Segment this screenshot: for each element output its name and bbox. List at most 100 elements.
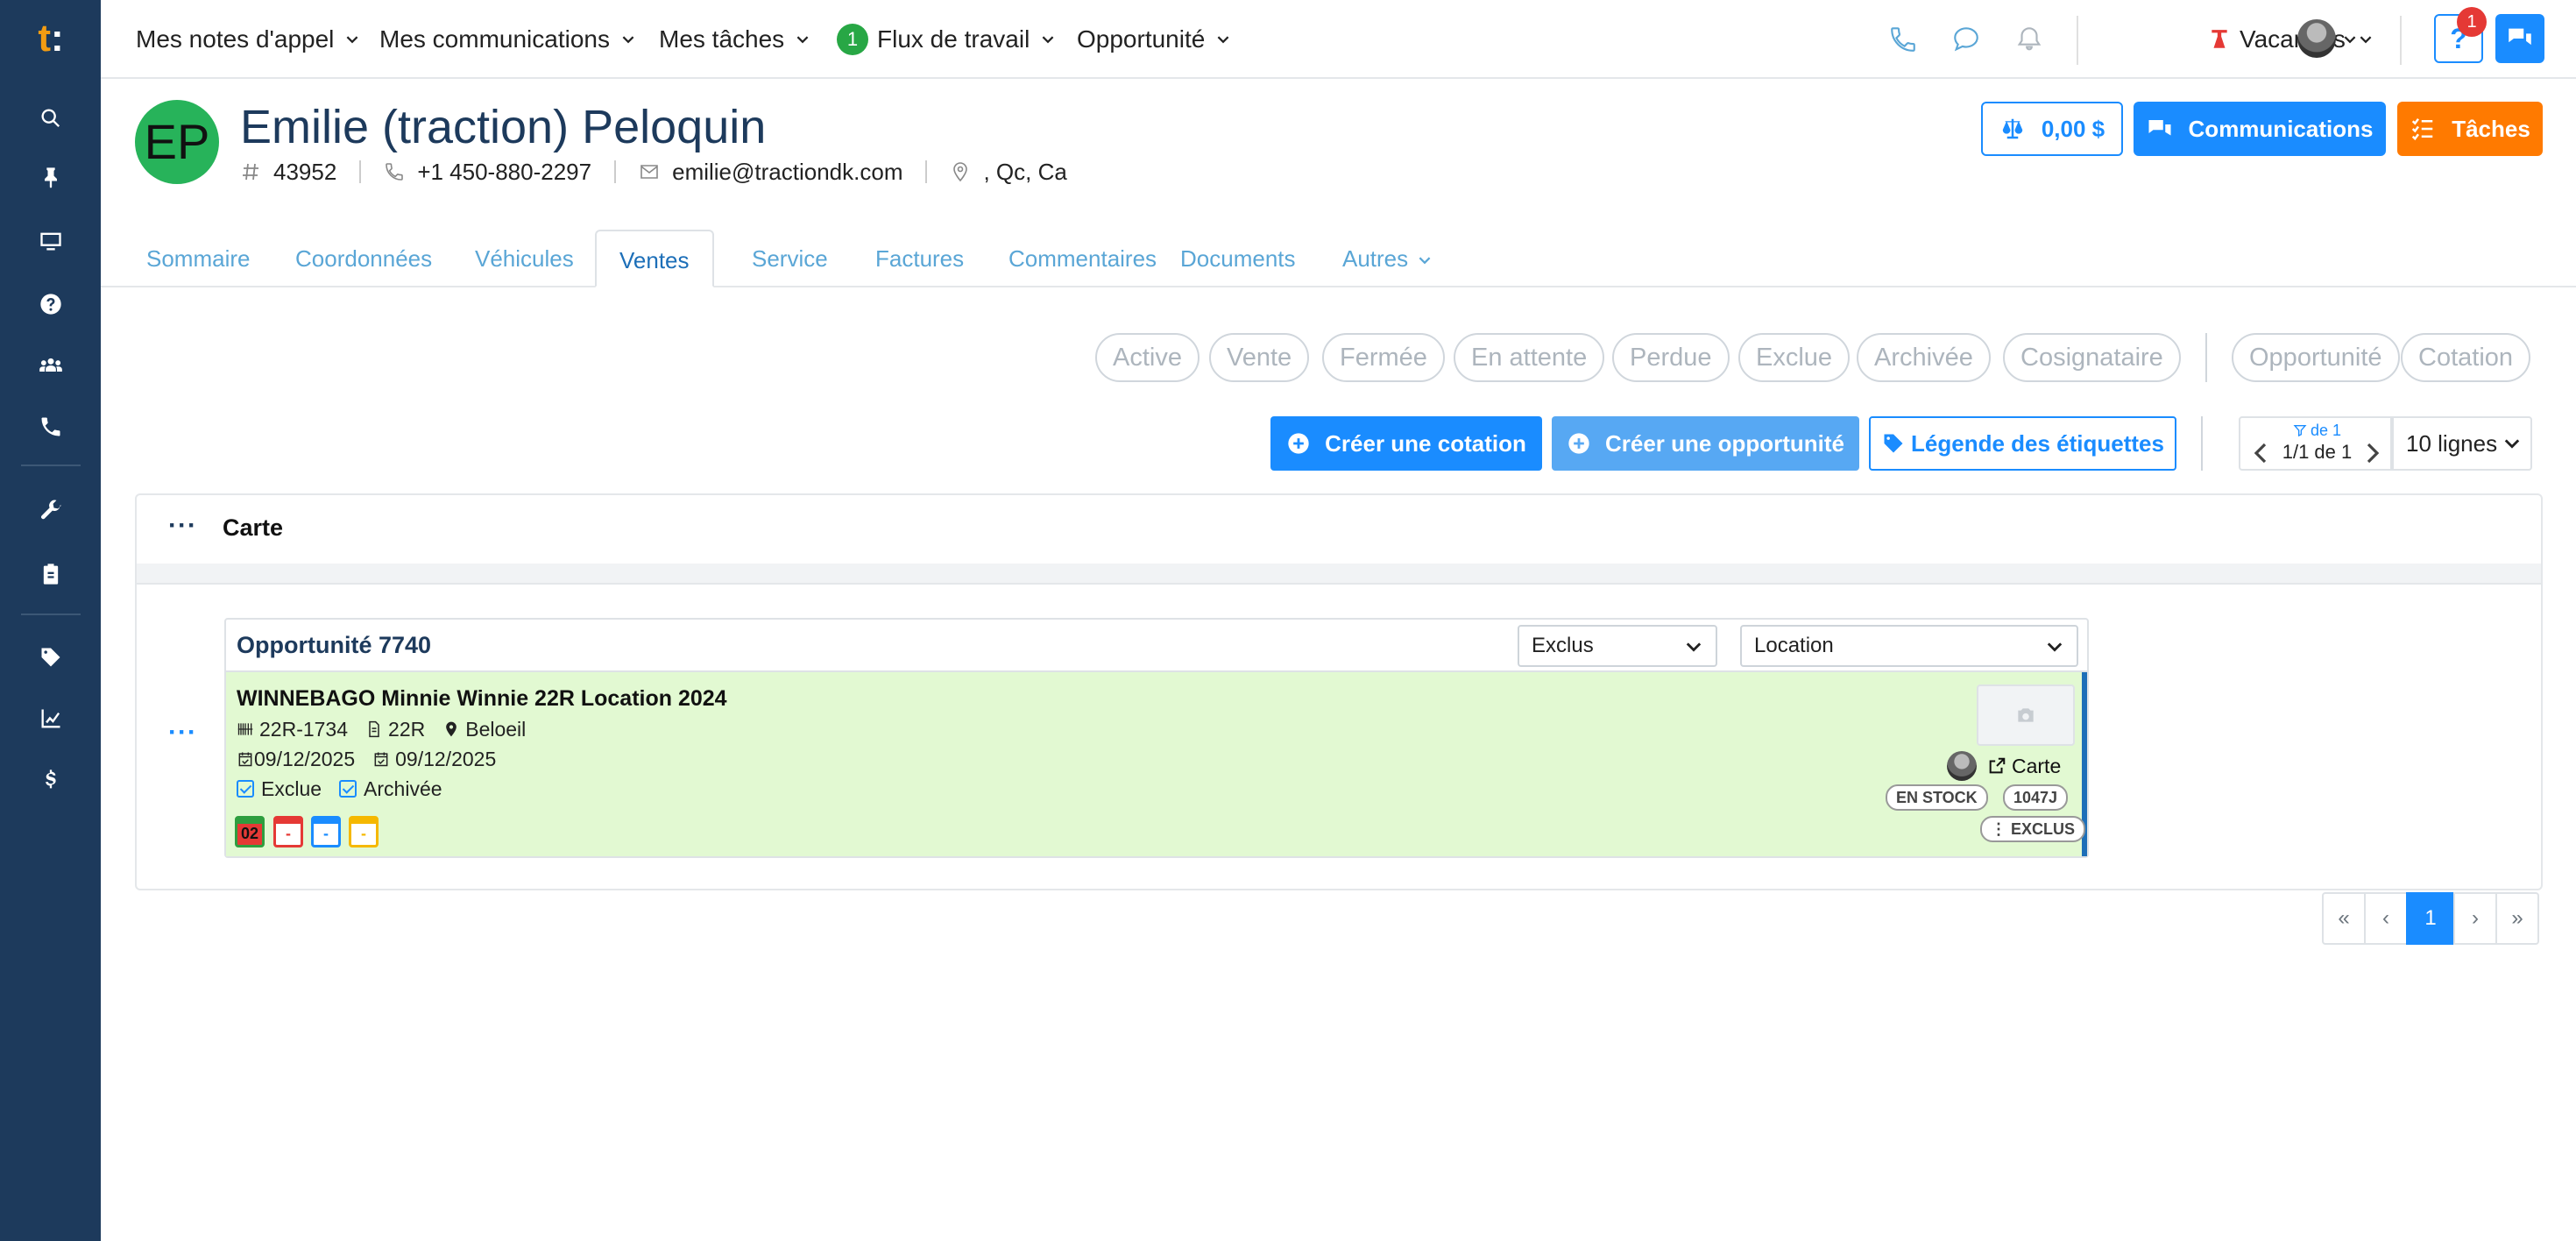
- contact-phone[interactable]: +1 450-880-2297: [384, 159, 591, 186]
- tab-documents[interactable]: Documents: [1157, 230, 1319, 287]
- menu-workflow[interactable]: 1 Flux de travail: [837, 0, 1054, 79]
- clipboard-icon[interactable]: [0, 552, 101, 596]
- filter-active[interactable]: Active: [1095, 333, 1200, 382]
- hash-icon: [243, 163, 258, 181]
- panel-menu-button[interactable]: ···: [168, 511, 197, 541]
- menu-call-notes[interactable]: Mes notes d'appel: [136, 0, 358, 79]
- created-date-value: 09/12/2025: [254, 747, 356, 770]
- filter-archivee[interactable]: Archivée: [1857, 333, 1991, 382]
- filter-perdue[interactable]: Perdue: [1612, 333, 1730, 382]
- tag-icon[interactable]: [0, 635, 101, 679]
- dollar-icon[interactable]: [0, 758, 101, 802]
- app-logo[interactable]: t:: [30, 19, 72, 58]
- contact-location: , Qc, Ca: [950, 159, 1067, 186]
- filter-icon: [2293, 425, 2307, 437]
- filter-exclue[interactable]: Exclue: [1738, 333, 1851, 382]
- filter-cosignataire[interactable]: Cosignataire: [2003, 333, 2181, 382]
- calendar-red-icon[interactable]: -: [273, 816, 303, 847]
- filter-en-attente[interactable]: En attente: [1454, 333, 1605, 382]
- chevron-right-icon[interactable]: [2363, 443, 2381, 464]
- menu-label: Mes notes d'appel: [136, 25, 335, 53]
- phone-icon[interactable]: [0, 405, 101, 449]
- pin-icon[interactable]: [0, 156, 101, 200]
- page-prev[interactable]: ‹: [2364, 892, 2408, 945]
- tab-ventes[interactable]: Ventes: [595, 230, 714, 287]
- opportunity-type-select[interactable]: Location: [1740, 625, 2078, 667]
- chevron-down-icon[interactable]: [2344, 33, 2356, 46]
- tab-service[interactable]: Service: [729, 230, 851, 287]
- menu-opportunity[interactable]: Opportunité: [1077, 0, 1229, 79]
- rows-per-page-select[interactable]: 10 lignes: [2392, 416, 2532, 471]
- tasks-button[interactable]: Tâches: [2397, 102, 2543, 156]
- record-pager: de 1 1/1 de 1: [2239, 416, 2392, 471]
- phone-icon: [386, 163, 404, 181]
- chat-button[interactable]: [2495, 14, 2544, 63]
- tab-coordonnees[interactable]: Coordonnées: [272, 230, 455, 287]
- workflow-count-badge: 1: [837, 24, 868, 55]
- filter-opportunite[interactable]: Opportunité: [2232, 333, 2400, 382]
- menu-label: Mes communications: [379, 25, 610, 53]
- tag-status-exclus[interactable]: ⋮ EXCLUS: [1980, 816, 2086, 842]
- page-current[interactable]: 1: [2406, 892, 2455, 945]
- tab-sommaire[interactable]: Sommaire: [124, 230, 272, 287]
- salesperson-avatar: [1947, 751, 1977, 781]
- tab-autres[interactable]: Autres: [1320, 230, 1454, 287]
- vehicle-photo-placeholder[interactable]: [1977, 684, 2075, 746]
- user-avatar[interactable]: [2297, 19, 2336, 58]
- row-menu-button[interactable]: ···: [168, 718, 197, 748]
- sidebar-divider: [21, 613, 81, 615]
- page-next[interactable]: ›: [2453, 892, 2497, 945]
- filter-fermee[interactable]: Fermée: [1322, 333, 1445, 382]
- create-opportunity-button[interactable]: Créer une opportunité: [1552, 416, 1859, 471]
- opportunity-title[interactable]: Opportunité 7740: [237, 632, 431, 659]
- wrench-icon[interactable]: [0, 489, 101, 533]
- page-first[interactable]: «: [2322, 892, 2366, 945]
- flags-row: Exclue Archivée: [237, 776, 460, 802]
- communications-button[interactable]: Communications: [2134, 102, 2386, 156]
- calendar-yellow-icon[interactable]: -: [349, 816, 379, 847]
- flag-archivee: Archivée: [339, 777, 442, 801]
- opportunity-status-select[interactable]: Exclus: [1518, 625, 1717, 667]
- tab-factures[interactable]: Factures: [853, 230, 987, 287]
- calendar-blue-icon[interactable]: -: [311, 816, 341, 847]
- chevron-down-icon: [346, 36, 358, 44]
- chat-bubble-icon[interactable]: [1946, 19, 1986, 60]
- chevron-down-icon: [2360, 36, 2372, 44]
- chevron-down-icon: [622, 36, 634, 44]
- create-quote-button[interactable]: Créer une cotation: [1270, 416, 1542, 471]
- menu-communications[interactable]: Mes communications: [379, 0, 634, 79]
- chevron-down-icon: [1042, 36, 1054, 44]
- opportunity-body[interactable]: WINNEBAGO Minnie Winnie 22R Location 202…: [226, 672, 2087, 856]
- opportunity-card: Opportunité 7740 Exclus Location WINNEBA…: [224, 618, 2089, 858]
- checkbox-checked-icon: [237, 780, 254, 798]
- tab-vehicules[interactable]: Véhicules: [452, 230, 597, 287]
- flag-archivee-label: Archivée: [364, 777, 442, 800]
- create-quote-label: Créer une cotation: [1325, 429, 1526, 457]
- calendar-green-icon[interactable]: 02: [235, 816, 265, 847]
- users-icon[interactable]: [0, 344, 101, 387]
- vacation-icon: [2212, 30, 2227, 48]
- tab-commentaires[interactable]: Commentaires: [986, 230, 1179, 287]
- branch-location: Beloeil: [442, 718, 526, 741]
- monitor-icon[interactable]: [0, 219, 101, 263]
- open-card-link[interactable]: Carte: [1987, 751, 2061, 781]
- logo-letter: t: [38, 17, 51, 60]
- menu-tasks[interactable]: Mes tâches: [659, 0, 809, 79]
- page-last[interactable]: »: [2495, 892, 2539, 945]
- search-icon[interactable]: [0, 96, 101, 140]
- contact-email[interactable]: emilie@tractiondk.com: [639, 159, 902, 186]
- plus-circle-icon: [1568, 433, 1589, 454]
- record-tabs: Sommaire Coordonnées Véhicules Ventes Se…: [101, 230, 2576, 287]
- help-circle-icon[interactable]: [0, 282, 101, 326]
- pager-filter[interactable]: de 1: [2240, 422, 2394, 440]
- balance-button[interactable]: 0,00 $: [1981, 102, 2123, 156]
- tag-legend-button[interactable]: Légende des étiquettes: [1869, 416, 2176, 471]
- bell-icon[interactable]: [2009, 19, 2049, 60]
- vehicle-title: WINNEBAGO Minnie Winnie 22R Location 202…: [237, 686, 727, 711]
- flag-exclue: Exclue: [237, 777, 322, 801]
- filter-vente[interactable]: Vente: [1209, 333, 1310, 382]
- filter-cotation[interactable]: Cotation: [2401, 333, 2531, 382]
- chart-icon[interactable]: [0, 697, 101, 741]
- sidebar: t:: [0, 0, 101, 1241]
- phone-icon[interactable]: [1883, 19, 1923, 60]
